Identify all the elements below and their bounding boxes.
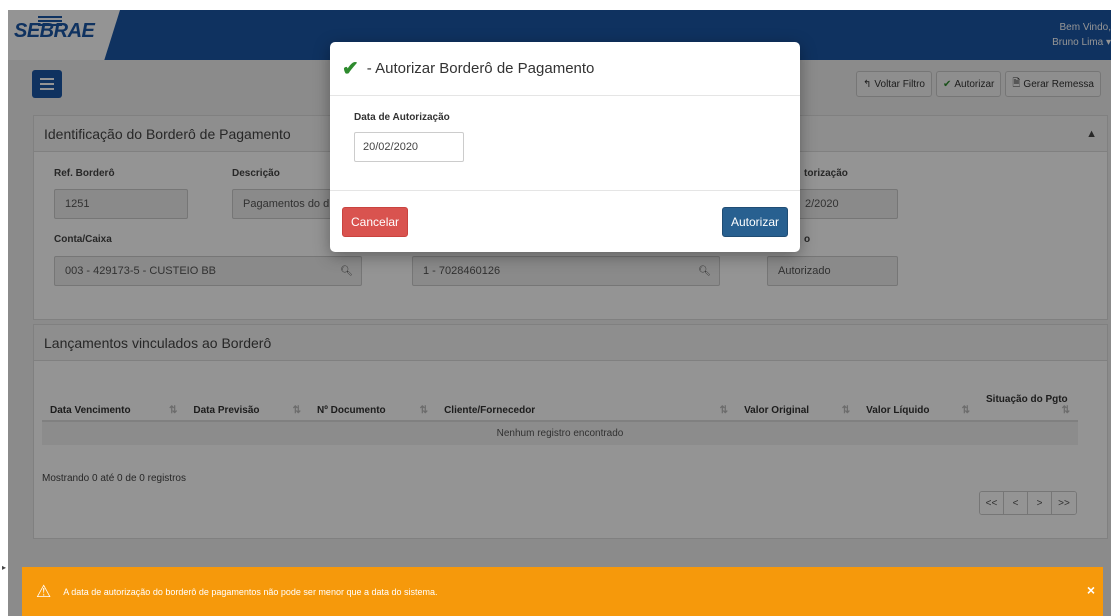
cancel-button[interactable]: Cancelar: [342, 207, 409, 237]
warning-icon: ⚠: [36, 581, 52, 601]
auth-date-input[interactable]: 20/02/2020: [354, 132, 464, 162]
check-icon: ✔: [342, 58, 359, 80]
authorize-modal: ✔ - Autorizar Borderô de Pagamento Data …: [330, 42, 800, 252]
alert-message: A data de autorização do borderô de paga…: [63, 586, 438, 597]
warning-alert: ⚠ A data de autorização do borderô de pa…: [22, 567, 1103, 616]
modal-header: ✔ - Autorizar Borderô de Pagamento: [330, 42, 800, 96]
edge-marker-icon: ▸: [2, 563, 7, 572]
modal-title: - Autorizar Borderô de Pagamento: [366, 60, 595, 77]
auth-date-label: Data de Autorização: [354, 112, 450, 123]
modal-footer: Cancelar Autorizar: [330, 190, 800, 252]
close-icon[interactable]: ×: [1087, 582, 1095, 598]
authorize-button[interactable]: Autorizar: [721, 207, 788, 237]
